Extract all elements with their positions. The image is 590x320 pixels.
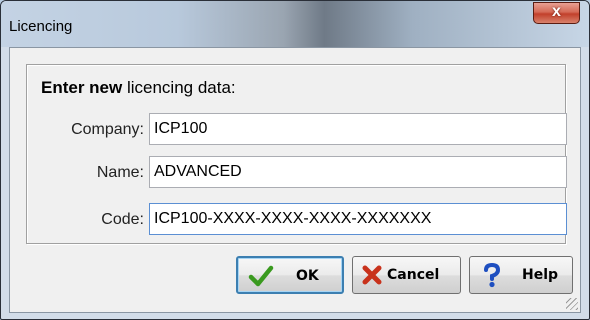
licencing-dialog: Licencing x Enter new licencing data: Co… — [0, 0, 590, 320]
cancel-label: Cancel — [387, 267, 440, 283]
ok-label: OK — [296, 268, 319, 284]
form-heading: Enter new licencing data: — [41, 78, 236, 98]
company-field[interactable]: ICP100 — [149, 113, 567, 145]
company-label: Company: — [71, 121, 144, 138]
cancel-button[interactable]: Cancel — [352, 256, 461, 294]
heading-bold-text: Enter new — [41, 78, 123, 97]
name-label: Name: — [96, 164, 144, 181]
title-bar[interactable]: Licencing x — [1, 1, 589, 47]
question-icon — [484, 262, 501, 288]
code-label: Code: — [101, 211, 144, 228]
close-icon: x — [552, 3, 561, 20]
name-field[interactable]: ADVANCED — [149, 156, 567, 188]
help-button[interactable]: Help — [469, 256, 573, 294]
check-icon — [248, 265, 274, 287]
heading-text: licencing data: — [122, 78, 236, 97]
close-button[interactable]: x — [533, 2, 580, 24]
x-icon — [362, 265, 382, 285]
ok-button[interactable]: OK — [236, 256, 344, 294]
window-title: Licencing — [9, 18, 73, 35]
resize-grip[interactable] — [566, 298, 578, 310]
dialog-body: Enter new licencing data: Company: ICP10… — [9, 47, 581, 313]
help-label: Help — [522, 267, 559, 283]
code-field[interactable]: ICP100-XXXX-XXXX-XXXX-XXXXXXX — [149, 203, 567, 235]
